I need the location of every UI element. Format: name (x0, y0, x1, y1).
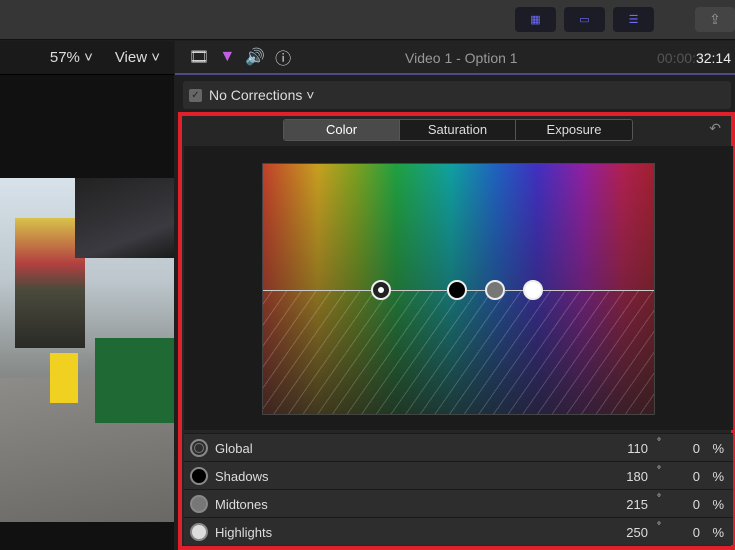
zoom-dropdown[interactable]: 57% ˅ (50, 49, 93, 66)
angle-field[interactable]: 215 (626, 497, 648, 512)
reset-icon[interactable]: ↶ (709, 120, 721, 137)
highlights-puck[interactable] (523, 280, 543, 300)
highlights-puck-icon (190, 523, 208, 541)
clip-title: Video 1 - Option 1 (405, 50, 518, 66)
angle-field[interactable]: 180 (626, 469, 648, 484)
value-field[interactable]: 0 (693, 497, 700, 512)
row-highlights[interactable]: Highlights 250 ° 0 % (184, 517, 733, 545)
film-icon[interactable]: 🎞 (189, 47, 209, 67)
correction-checkbox[interactable]: ✓ (189, 88, 202, 102)
value-field[interactable]: 0 (693, 525, 700, 540)
video-frame (0, 178, 174, 522)
tab-color[interactable]: Color (284, 120, 400, 140)
midtones-puck-icon (190, 495, 208, 513)
midtones-puck[interactable] (485, 280, 505, 300)
row-global[interactable]: Global 110 ° 0 % (184, 433, 733, 461)
tab-saturation[interactable]: Saturation (400, 120, 516, 140)
color-board[interactable] (262, 163, 655, 415)
timeline-toggle-button[interactable]: ▭ (564, 7, 605, 32)
share-button[interactable]: ⇪ (695, 7, 735, 32)
color-icon[interactable]: ▼ (219, 48, 235, 66)
value-field[interactable]: 0 (693, 441, 700, 456)
timeline-icon: ▭ (579, 14, 590, 26)
grid-icon: ▦ (530, 14, 541, 26)
row-shadows[interactable]: Shadows 180 ° 0 % (184, 461, 733, 489)
timecode: 00:00:32:14 (657, 50, 731, 66)
browser-toggle-button[interactable]: ▦ (515, 7, 556, 32)
shadows-puck[interactable] (447, 280, 467, 300)
share-icon: ⇪ (709, 11, 721, 27)
inspector-toggle-button[interactable]: ☰ (613, 7, 654, 32)
angle-field[interactable]: 110 (627, 441, 648, 456)
tab-exposure[interactable]: Exposure (516, 120, 632, 140)
global-puck-icon (190, 439, 208, 457)
angle-field[interactable]: 250 (626, 525, 648, 540)
value-field[interactable]: 0 (693, 469, 700, 484)
row-midtones[interactable]: Midtones 215 ° 0 % (184, 489, 733, 517)
viewer: 57% ˅ View ˅ (0, 41, 174, 550)
info-icon[interactable]: ⓘ (275, 45, 291, 69)
color-board-panel: Color Saturation Exposure ↶ Global 110 °… (178, 112, 735, 550)
view-dropdown[interactable]: View ˅ (115, 49, 160, 66)
shadows-puck-icon (190, 467, 208, 485)
corrections-dropdown[interactable]: No Corrections ˅ (209, 87, 314, 103)
top-toolbar: ▦ ▭ ☰ ⇪ (0, 0, 735, 40)
global-puck[interactable] (371, 280, 391, 300)
audio-icon[interactable]: 🔊 (245, 47, 265, 67)
sliders-icon: ☰ (628, 14, 639, 26)
corrections-bar: ✓ No Corrections ˅ (183, 81, 731, 109)
